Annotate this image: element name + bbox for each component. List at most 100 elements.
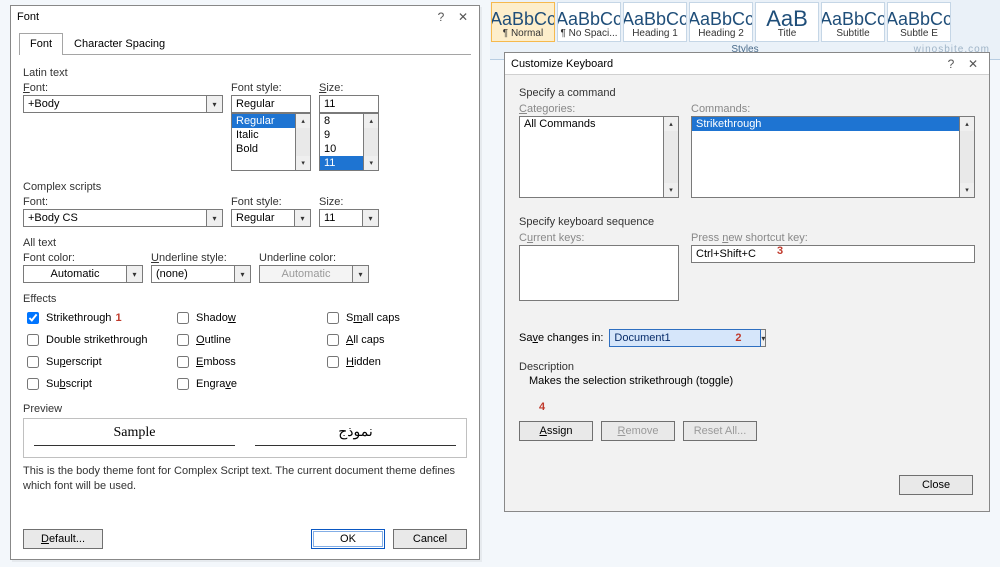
kb-dialog-title: Customize Keyboard [511,58,939,70]
categories-item[interactable]: All Commands [520,117,663,131]
dropdown-icon[interactable]: ▾ [761,329,766,347]
font-style-label: Font style: [231,82,311,94]
style-no-spacing[interactable]: AaBbCc¶ No Spaci... [557,2,621,42]
dropdown-icon[interactable]: ▾ [363,209,379,227]
dropdown-icon: ▾ [353,265,369,283]
categories-list[interactable]: All Commands [519,116,664,198]
underline-color-label: Underline color: [259,252,369,264]
scroll-up-icon[interactable]: ▴ [364,114,378,128]
kb-dialog-titlebar[interactable]: Customize Keyboard ? ✕ [505,53,989,75]
underline-style-input[interactable] [151,265,235,283]
size-scrollbar[interactable]: ▴▾ [364,113,379,171]
font-style-scrollbar[interactable]: ▴▾ [296,113,311,171]
dropdown-icon[interactable]: ▾ [295,209,311,227]
latin-text-label: Latin text [23,67,467,79]
dropdown-icon[interactable]: ▾ [235,265,251,283]
font-input[interactable] [23,95,207,113]
new-shortcut-input[interactable] [691,245,975,263]
complex-scripts-label: Complex scripts [23,181,467,193]
dropdown-icon[interactable]: ▾ [207,209,223,227]
font-style-list[interactable]: Regular Italic Bold [231,113,296,171]
font-style-opt-italic[interactable]: Italic [232,128,295,142]
dropdown-icon[interactable]: ▾ [127,265,143,283]
commands-list[interactable]: Strikethrough [691,116,960,198]
font-color-combo[interactable]: ▾ [23,265,143,283]
engrave-checkbox[interactable]: Engrave [173,375,323,393]
complex-style-input[interactable] [231,209,295,227]
cancel-button[interactable]: Cancel [393,529,467,549]
size-input[interactable] [319,95,379,113]
preview-box: Sample نموذج [23,418,467,458]
style-title[interactable]: AaBTitle [755,2,819,42]
complex-style-label: Font style: [231,196,311,208]
current-keys-list[interactable] [519,245,679,301]
description-text: Makes the selection strikethrough (toggl… [529,375,975,387]
style-normal[interactable]: AaBbCc¶ Normal [491,2,555,42]
size-list[interactable]: 8 9 10 11 [319,113,364,171]
save-changes-label: Save changes in: [519,332,603,344]
scroll-down-icon[interactable]: ▾ [960,183,974,197]
subscript-checkbox[interactable]: Subscript [23,375,173,393]
hidden-checkbox[interactable]: Hidden [323,353,443,371]
marker-4: 4 [539,401,545,413]
tab-character-spacing[interactable]: Character Spacing [63,33,176,55]
style-heading2[interactable]: AaBbCcHeading 2 [689,2,753,42]
outline-checkbox[interactable]: Outline [173,331,323,349]
tab-font[interactable]: Font [19,33,63,55]
style-subtle[interactable]: AaBbCcSubtle E [887,2,951,42]
style-heading1[interactable]: AaBbCcHeading 1 [623,2,687,42]
scroll-down-icon[interactable]: ▾ [364,156,378,170]
marker-1: 1 [115,312,121,324]
all-text-label: All text [23,237,467,249]
ok-button[interactable]: OK [311,529,385,549]
specify-command-label: Specify a command [519,87,975,99]
superscript-checkbox[interactable]: Superscript [23,353,173,371]
help-icon[interactable]: ? [941,56,961,72]
emboss-checkbox[interactable]: Emboss [173,353,323,371]
commands-item-strikethrough[interactable]: Strikethrough [692,117,959,131]
font-style-input[interactable] [231,95,311,113]
scroll-down-icon[interactable]: ▾ [296,156,310,170]
close-icon[interactable]: ✕ [453,9,473,25]
strikethrough-checkbox[interactable]: Strikethrough1 [23,309,173,327]
double-strike-checkbox[interactable]: Double strikethrough [23,331,173,349]
help-icon[interactable]: ? [431,9,451,25]
assign-button[interactable]: Assign [519,421,593,441]
default-button[interactable]: Default... [23,529,103,549]
font-style-opt-regular[interactable]: Regular [232,114,295,128]
scroll-up-icon[interactable]: ▴ [296,114,310,128]
size-label: Size: [319,82,379,94]
style-subtitle[interactable]: AaBbCcSubtitle [821,2,885,42]
dropdown-icon[interactable]: ▾ [207,95,223,113]
scroll-down-icon[interactable]: ▾ [664,183,678,197]
underline-style-combo[interactable]: ▾ [151,265,251,283]
commands-scrollbar[interactable]: ▴▾ [960,116,975,198]
commands-label: Commands: [691,103,975,115]
font-color-label: Font color: [23,252,143,264]
underline-color-input [259,265,353,283]
complex-style-combo[interactable]: ▾ [231,209,311,227]
close-button[interactable]: Close [899,475,973,495]
customize-keyboard-dialog: Customize Keyboard ? ✕ Specify a command… [504,52,990,512]
save-changes-combo[interactable]: ▾ [609,329,729,347]
font-dialog-titlebar[interactable]: Font ? ✕ [11,6,479,28]
complex-size-input[interactable] [319,209,363,227]
categories-scrollbar[interactable]: ▴▾ [664,116,679,198]
smallcaps-checkbox[interactable]: Small caps [323,309,443,327]
categories-label: Categories: [519,103,679,115]
complex-size-combo[interactable]: ▾ [319,209,379,227]
complex-size-label: Size: [319,196,379,208]
font-style-opt-bold[interactable]: Bold [232,142,295,156]
shadow-checkbox[interactable]: Shadow [173,309,323,327]
allcaps-checkbox[interactable]: All caps [323,331,443,349]
font-color-input[interactable] [23,265,127,283]
complex-font-combo[interactable]: ▾ [23,209,223,227]
font-combo[interactable]: ▾ [23,95,223,113]
complex-font-input[interactable] [23,209,207,227]
scroll-up-icon[interactable]: ▴ [960,117,974,131]
current-keys-label: Current keys: [519,232,679,244]
close-icon[interactable]: ✕ [963,56,983,72]
description-label: Description [519,361,975,373]
resetall-button[interactable]: Reset All... [683,421,757,441]
scroll-up-icon[interactable]: ▴ [664,117,678,131]
